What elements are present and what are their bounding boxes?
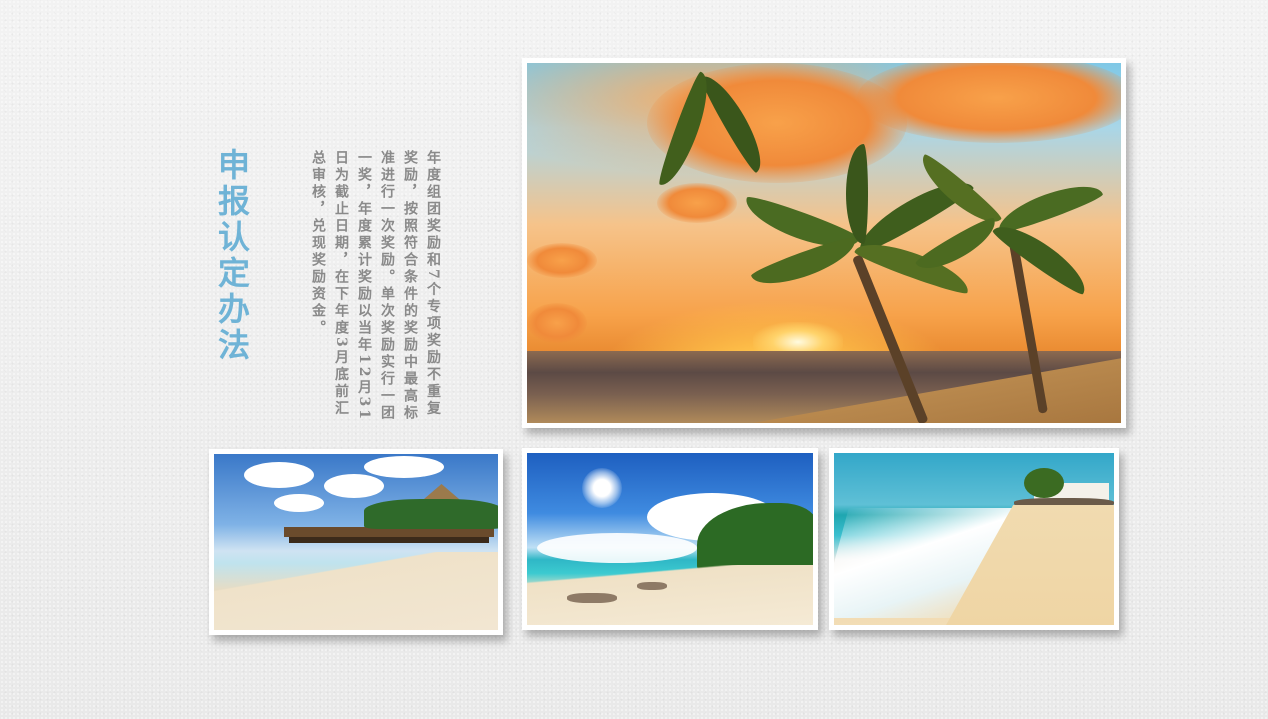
main-sunset-photo (522, 58, 1126, 428)
slide-title: 申报认定办法 (213, 148, 251, 364)
wave-beach-image (834, 453, 1114, 625)
sunny-beach-image (527, 453, 813, 625)
sunny-beach-photo (522, 448, 818, 630)
sunset-image (527, 63, 1121, 423)
slide: 申报认定办法 年度组团奖励和7个专项奖励不重复奖励，按照符合条件的奖励中最高标准… (0, 0, 1268, 719)
thatched-hut-pier-photo (209, 449, 503, 635)
wave-beach-photo (829, 448, 1119, 630)
hut-image (214, 454, 498, 630)
body-paragraph: 年度组团奖励和7个专项奖励不重复奖励，按照符合条件的奖励中最高标准进行一次奖励。… (310, 150, 441, 422)
